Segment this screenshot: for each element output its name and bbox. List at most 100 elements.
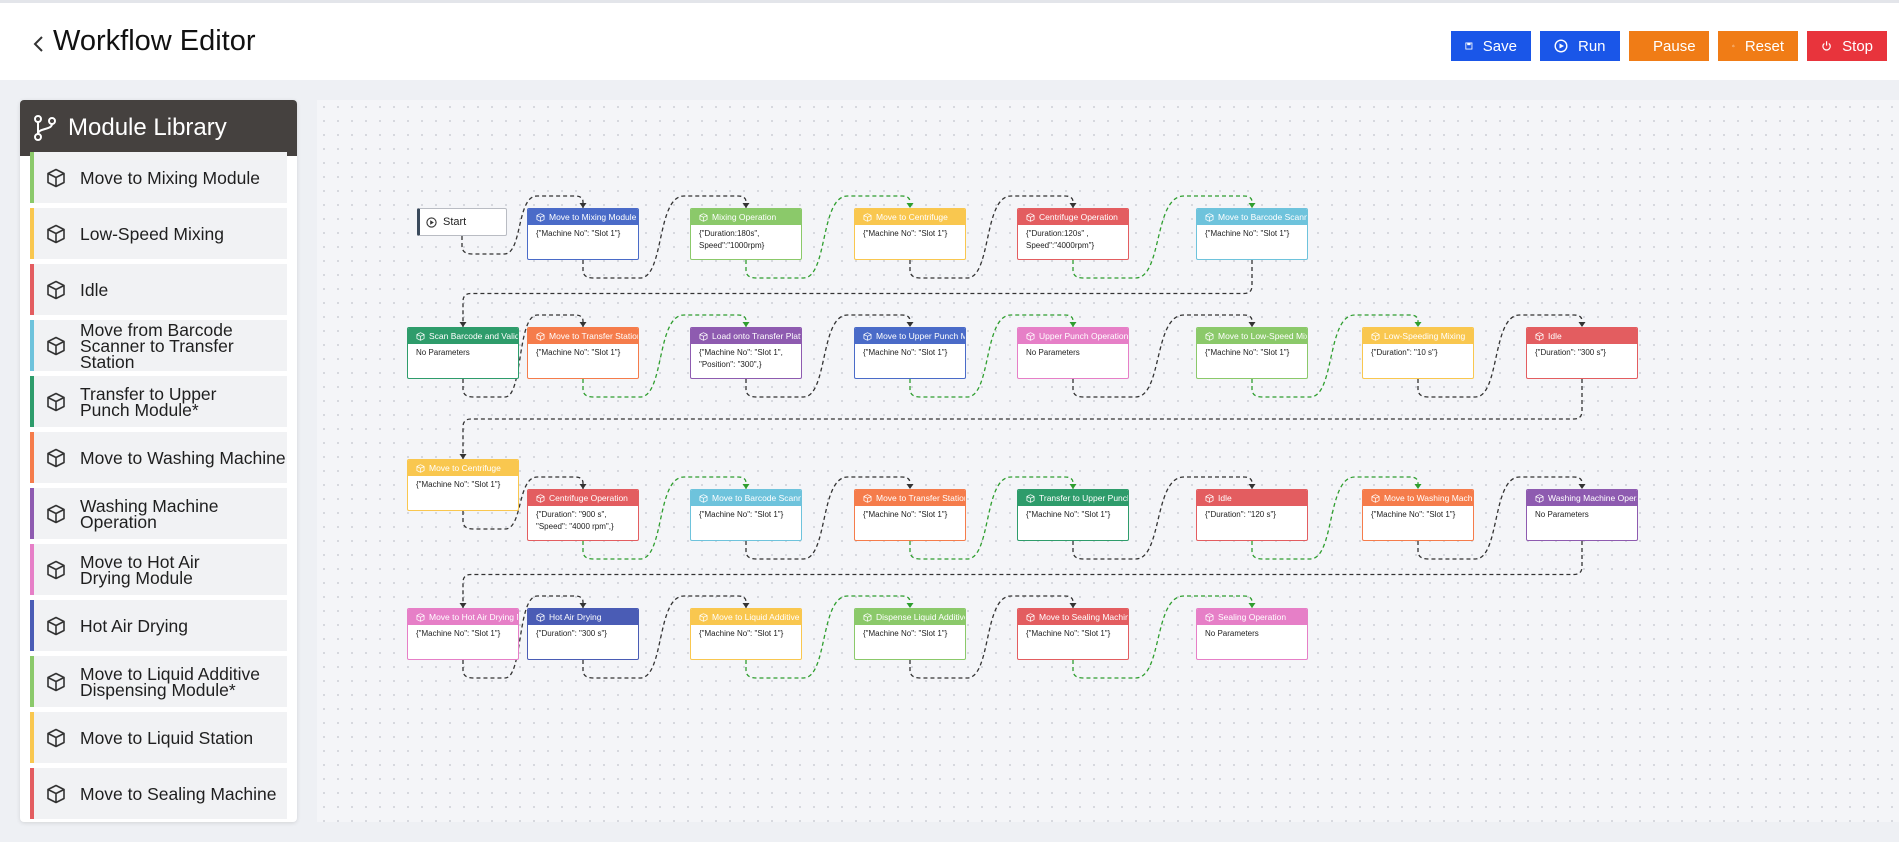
module-library-item[interactable]: Move to Mixing Module xyxy=(30,152,287,203)
workflow-canvas[interactable]: Start Move to Mixing Module {"Machine No"… xyxy=(317,100,1899,822)
start-node[interactable]: Start xyxy=(417,208,507,236)
module-library-item[interactable]: Move to Sealing Machine xyxy=(30,768,287,819)
cube-icon xyxy=(47,560,65,579)
workflow-node[interactable]: Dispense Liquid Additive {"Machine No": "… xyxy=(854,608,966,660)
workflow-node[interactable]: Move to Liquid Additive {"Machine No": "S… xyxy=(690,608,802,660)
node-title: Move to Hot Air Drying Module xyxy=(429,612,518,622)
node-header: Low-Speeding Mixing xyxy=(1363,328,1473,344)
workflow-node[interactable]: Move to Mixing Module {"Machine No": "Slo… xyxy=(527,208,639,260)
node-title: Centrifuge Operation xyxy=(549,493,628,503)
module-library-item[interactable]: Move to Liquid Station xyxy=(30,712,287,763)
cube-icon xyxy=(1205,493,1214,503)
run-button-label: Run xyxy=(1578,37,1606,55)
stop-button[interactable]: Stop xyxy=(1807,31,1887,61)
cube-icon xyxy=(1205,331,1214,341)
pause-button[interactable]: Pause xyxy=(1629,31,1709,61)
cube-icon xyxy=(1026,331,1035,341)
module-library-item[interactable]: Hot Air Drying xyxy=(30,600,287,651)
node-params: {"Duration": "300 s"} xyxy=(536,629,607,638)
node-title: Move to Sealing Machine xyxy=(1039,612,1128,622)
workflow-node[interactable]: Low-Speeding Mixing {"Duration": "10 s"} xyxy=(1362,327,1474,379)
workflow-node[interactable]: Hot Air Drying {"Duration": "300 s"} xyxy=(527,608,639,660)
workflow-node[interactable]: Move to Sealing Machine {"Machine No": "S… xyxy=(1017,608,1129,660)
node-title: Load onto Transfer Platform xyxy=(712,331,801,341)
node-params: {"Duration": "10 s"} xyxy=(1371,348,1438,357)
workflow-node[interactable]: Move to Barcode Scanner {"Machine No": "S… xyxy=(1196,208,1308,260)
node-header: Scan Barcode and Validate xyxy=(408,328,518,344)
page-title: Workflow Editor xyxy=(53,25,256,57)
start-node-label: Start xyxy=(443,216,467,228)
workflow-node[interactable]: Scan Barcode and Validate No Parameters xyxy=(407,327,519,379)
workflow-node[interactable]: Transfer to Upper Punch Module {"Machine … xyxy=(1017,489,1129,541)
node-header: Transfer to Upper Punch Module xyxy=(1018,490,1128,506)
workflow-node[interactable]: Move to Centrifuge {"Machine No": "Slot 1… xyxy=(407,459,519,511)
node-params: {"Machine No": "Slot 1"} xyxy=(1205,348,1290,357)
cube-icon xyxy=(863,331,872,341)
run-button[interactable]: Run xyxy=(1540,31,1620,61)
node-title: Upper Punch Operation xyxy=(1039,331,1128,341)
cube-icon xyxy=(536,212,545,222)
workflow-node[interactable]: Sealing Operation No Parameters xyxy=(1196,608,1308,660)
node-header: Move to Hot Air Drying Module xyxy=(408,609,518,625)
node-header: Centrifuge Operation xyxy=(1018,209,1128,225)
workflow-node[interactable]: Idle {"Duration": "120 s"} xyxy=(1196,489,1308,541)
node-params: {"Machine No": "Slot 1"} xyxy=(536,348,621,357)
cube-icon xyxy=(1371,331,1380,341)
cube-icon xyxy=(699,493,708,503)
workflow-node[interactable]: Move to Transfer Station {"Machine No": "… xyxy=(854,489,966,541)
workflow-node[interactable]: Move to Washing Machine {"Machine No": "S… xyxy=(1362,489,1474,541)
workflow-node[interactable]: Mixing Operation {"Duration:180s", Speed"… xyxy=(690,208,802,260)
workflow-node[interactable]: Upper Punch Operation No Parameters xyxy=(1017,327,1129,379)
module-library-item[interactable]: Idle xyxy=(30,264,287,315)
module-library-item[interactable]: Move to Liquid Additive Dispensing Modul… xyxy=(30,656,287,707)
cube-icon xyxy=(699,331,708,341)
toolbar: Save Run Pause Reset Stop xyxy=(1451,31,1887,61)
node-params: No Parameters xyxy=(1026,348,1080,357)
module-library-item-label: Move to Mixing Module xyxy=(80,167,260,188)
module-library-item[interactable]: Low-Speed Mixing xyxy=(30,208,287,259)
workflow-node[interactable]: Move to Upper Punch Module {"Machine No":… xyxy=(854,327,966,379)
module-library-item[interactable]: Move from Barcode Scanner to Transfer St… xyxy=(30,320,287,371)
module-library-item-label: Idle xyxy=(80,279,109,300)
cube-icon xyxy=(863,212,872,222)
module-library-item[interactable]: Move to Hot Air Drying Module xyxy=(30,544,287,595)
cube-icon xyxy=(1371,493,1380,503)
node-header: Washing Machine Operation xyxy=(1527,490,1637,506)
node-title: Move to Centrifuge xyxy=(429,463,501,473)
node-params: {"Machine No": "Slot 1", "Position": "30… xyxy=(699,348,783,369)
node-title: Move to Barcode Scanner xyxy=(1218,212,1307,222)
cube-icon xyxy=(47,224,65,243)
workflow-node[interactable]: Move to Low-Speed Mixing {"Machine No": "… xyxy=(1196,327,1308,379)
node-title: Move to Upper Punch Module xyxy=(876,331,965,341)
node-title: Hot Air Drying xyxy=(549,612,602,622)
chevron-left-icon[interactable] xyxy=(30,33,48,55)
save-button[interactable]: Save xyxy=(1451,31,1531,61)
node-params: {"Duration:180s", Speed":"1000rpm} xyxy=(699,229,765,250)
node-header: Move to Washing Machine xyxy=(1363,490,1473,506)
cube-icon xyxy=(47,448,65,467)
reset-button[interactable]: Reset xyxy=(1718,31,1798,61)
workflow-node[interactable]: Load onto Transfer Platform {"Machine No"… xyxy=(690,327,802,379)
node-title: Move to Mixing Module xyxy=(549,212,637,222)
node-title: Idle xyxy=(1548,331,1562,341)
module-library-item[interactable]: Move to Washing Machine xyxy=(30,432,287,483)
cube-icon xyxy=(1535,493,1544,503)
module-library-item[interactable]: Transfer to Upper Punch Module* xyxy=(30,376,287,427)
workflow-node[interactable]: Centrifuge Operation {"Duration:120s" , S… xyxy=(1017,208,1129,260)
cube-icon xyxy=(416,331,425,341)
workflow-node[interactable]: Move to Barcode Scanner {"Machine No": "S… xyxy=(690,489,802,541)
workflow-node[interactable]: Idle {"Duration": "300 s"} xyxy=(1526,327,1638,379)
workflow-node[interactable]: Move to Hot Air Drying Module {"Machine N… xyxy=(407,608,519,660)
node-params: {"Machine No": "Slot 1"} xyxy=(863,348,948,357)
module-library-item[interactable]: Washing Machine Operation xyxy=(30,488,287,539)
cube-icon xyxy=(1026,212,1035,222)
branch-icon xyxy=(34,115,56,141)
workflow-node[interactable]: Centrifuge Operation {"Duration": "900 s"… xyxy=(527,489,639,541)
node-header: Move to Liquid Additive xyxy=(691,609,801,625)
top-bar: Workflow Editor Save Run Pause Reset Sto… xyxy=(0,0,1899,80)
node-header: Move to Upper Punch Module xyxy=(855,328,965,344)
workflow-node[interactable]: Move to Transfer Station {"Machine No": "… xyxy=(527,327,639,379)
node-params: {"Duration": "300 s"} xyxy=(1535,348,1606,357)
workflow-node[interactable]: Washing Machine Operation No Parameters xyxy=(1526,489,1638,541)
workflow-node[interactable]: Move to Centrifuge {"Machine No": "Slot 1… xyxy=(854,208,966,260)
